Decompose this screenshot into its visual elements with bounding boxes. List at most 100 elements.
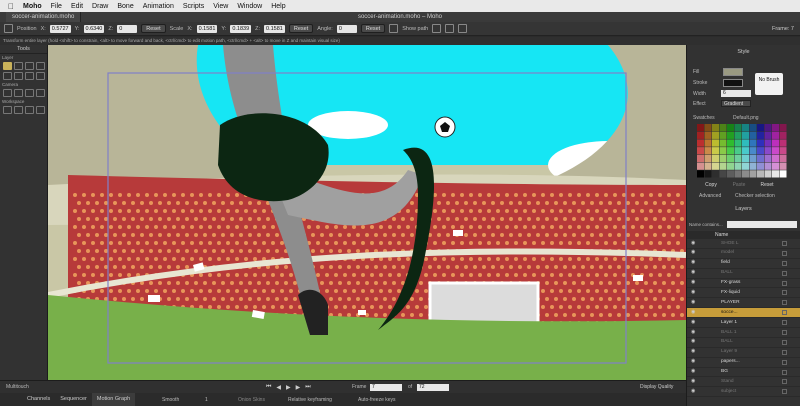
menu-window[interactable]: Window [237, 3, 262, 10]
layer-checkbox[interactable] [782, 329, 787, 335]
palette-swatch[interactable] [704, 162, 712, 170]
palette-swatch[interactable] [734, 170, 742, 178]
current-frame-field[interactable]: 7 [370, 383, 402, 391]
name-column-header[interactable]: Name [715, 232, 728, 238]
position-z-field[interactable]: 0 [117, 24, 138, 33]
eye-icon[interactable]: ◉ [691, 367, 699, 377]
eye-icon[interactable]: ◉ [691, 328, 699, 338]
checker-selection-checkbox[interactable]: Checker selection [735, 193, 775, 199]
palette-swatch[interactable] [704, 139, 712, 147]
palette-swatch[interactable] [749, 139, 757, 147]
palette-swatch[interactable] [742, 162, 749, 170]
palette-swatch[interactable] [719, 162, 727, 170]
reset-style-button[interactable]: Reset [755, 182, 779, 189]
layer-checkbox[interactable] [782, 240, 787, 246]
palette-swatch[interactable] [742, 170, 749, 178]
prev-frame-icon[interactable]: ◀ [276, 384, 281, 391]
palette-swatch[interactable] [719, 124, 727, 132]
camera-roll-icon[interactable] [25, 89, 34, 97]
palette-swatch[interactable] [727, 124, 734, 132]
palette-swatch[interactable] [764, 162, 772, 170]
layer-checkbox[interactable] [782, 359, 787, 365]
palette-swatch[interactable] [719, 154, 727, 163]
multitouch-checkbox[interactable]: Multitouch [6, 384, 29, 390]
layer-checkbox[interactable] [782, 349, 787, 355]
swatch-palette[interactable] [697, 124, 787, 178]
palette-swatch[interactable] [727, 131, 734, 139]
eye-icon[interactable]: ◉ [691, 288, 699, 298]
tab-channels[interactable]: Channels [22, 393, 55, 406]
eye-icon[interactable]: ◉ [691, 337, 699, 347]
flip-horizontal-icon[interactable] [432, 24, 442, 33]
relative-keyframing-toggle[interactable]: Relative keyframing [288, 397, 332, 403]
layer-checkbox[interactable] [782, 270, 787, 276]
palette-swatch[interactable] [712, 131, 719, 139]
palette-swatch[interactable] [727, 147, 734, 155]
camera-pan-icon[interactable] [3, 89, 12, 97]
layer-checkbox[interactable] [782, 379, 787, 385]
palette-swatch[interactable] [764, 147, 772, 155]
palette-swatch[interactable] [742, 154, 749, 163]
menu-animation[interactable]: Animation [143, 3, 174, 10]
eye-icon[interactable]: ◉ [691, 377, 699, 387]
palette-swatch[interactable] [764, 170, 772, 178]
transform-layer-tool-icon[interactable] [3, 62, 12, 70]
menu-scripts[interactable]: Scripts [183, 3, 204, 10]
palette-swatch[interactable] [727, 154, 734, 163]
width-field[interactable]: 6 [721, 90, 751, 97]
advanced-checkbox[interactable]: Advanced [699, 193, 721, 199]
palette-swatch[interactable] [757, 170, 764, 178]
palette-swatch[interactable] [719, 170, 727, 178]
layer-options-icon[interactable] [458, 24, 468, 33]
tab-sequencer[interactable]: Sequencer [55, 393, 92, 406]
orbit-icon[interactable] [25, 106, 34, 114]
palette-swatch[interactable] [734, 139, 742, 147]
palette-swatch[interactable] [779, 131, 787, 139]
palette-swatch[interactable] [697, 124, 704, 132]
eye-icon[interactable]: ◉ [691, 357, 699, 367]
camera-zoom-icon[interactable] [14, 89, 23, 97]
scale-y-field[interactable]: 0.1839 [230, 24, 252, 33]
palette-swatch[interactable] [704, 131, 712, 139]
palette-swatch[interactable] [772, 124, 779, 132]
palette-swatch[interactable] [697, 162, 704, 170]
palette-swatch[interactable] [697, 131, 704, 139]
palette-swatch[interactable] [772, 154, 779, 163]
palette-swatch[interactable] [719, 147, 727, 155]
pen-icon[interactable] [14, 72, 23, 80]
reset-scale-button[interactable]: Reset [288, 24, 314, 33]
palette-swatch[interactable] [779, 170, 787, 178]
palette-swatch[interactable] [712, 124, 719, 132]
palette-swatch[interactable] [772, 162, 779, 170]
position-y-field[interactable]: 0.6340 [83, 24, 105, 33]
layer-checkbox[interactable] [782, 310, 787, 316]
palette-swatch[interactable] [779, 154, 787, 163]
layer-checkbox[interactable] [782, 300, 787, 306]
palette-swatch[interactable] [749, 154, 757, 163]
palette-swatch[interactable] [704, 154, 712, 163]
rotate-icon[interactable] [25, 62, 34, 70]
palette-swatch[interactable] [742, 124, 749, 132]
layer-checkbox[interactable] [782, 280, 787, 286]
palette-swatch[interactable] [734, 147, 742, 155]
palette-swatch[interactable] [742, 147, 749, 155]
palette-swatch[interactable] [697, 139, 704, 147]
shear-icon[interactable] [3, 72, 12, 80]
scale-z-field[interactable]: 0.1581 [264, 24, 285, 33]
reset-angle-button[interactable]: Reset [360, 24, 386, 33]
checkbox-icon[interactable] [389, 24, 399, 33]
palette-swatch[interactable] [779, 147, 787, 155]
palette-swatch[interactable] [757, 131, 764, 139]
tab-motion-graph[interactable]: Motion Graph [91, 393, 136, 406]
no-brush-button[interactable]: No Brush [755, 73, 783, 95]
move-icon[interactable] [14, 62, 23, 70]
palette-swatch[interactable] [772, 147, 779, 155]
palette-swatch[interactable] [757, 162, 764, 170]
onion-skins-toggle[interactable]: Onion Skins [238, 397, 265, 403]
palette-swatch[interactable] [712, 147, 719, 155]
smooth-number[interactable]: 1 [205, 397, 208, 403]
next-frame-icon[interactable]: ▶ [296, 384, 301, 391]
palette-swatch[interactable] [712, 154, 719, 163]
scale-icon[interactable] [36, 62, 45, 70]
palette-swatch[interactable] [749, 147, 757, 155]
